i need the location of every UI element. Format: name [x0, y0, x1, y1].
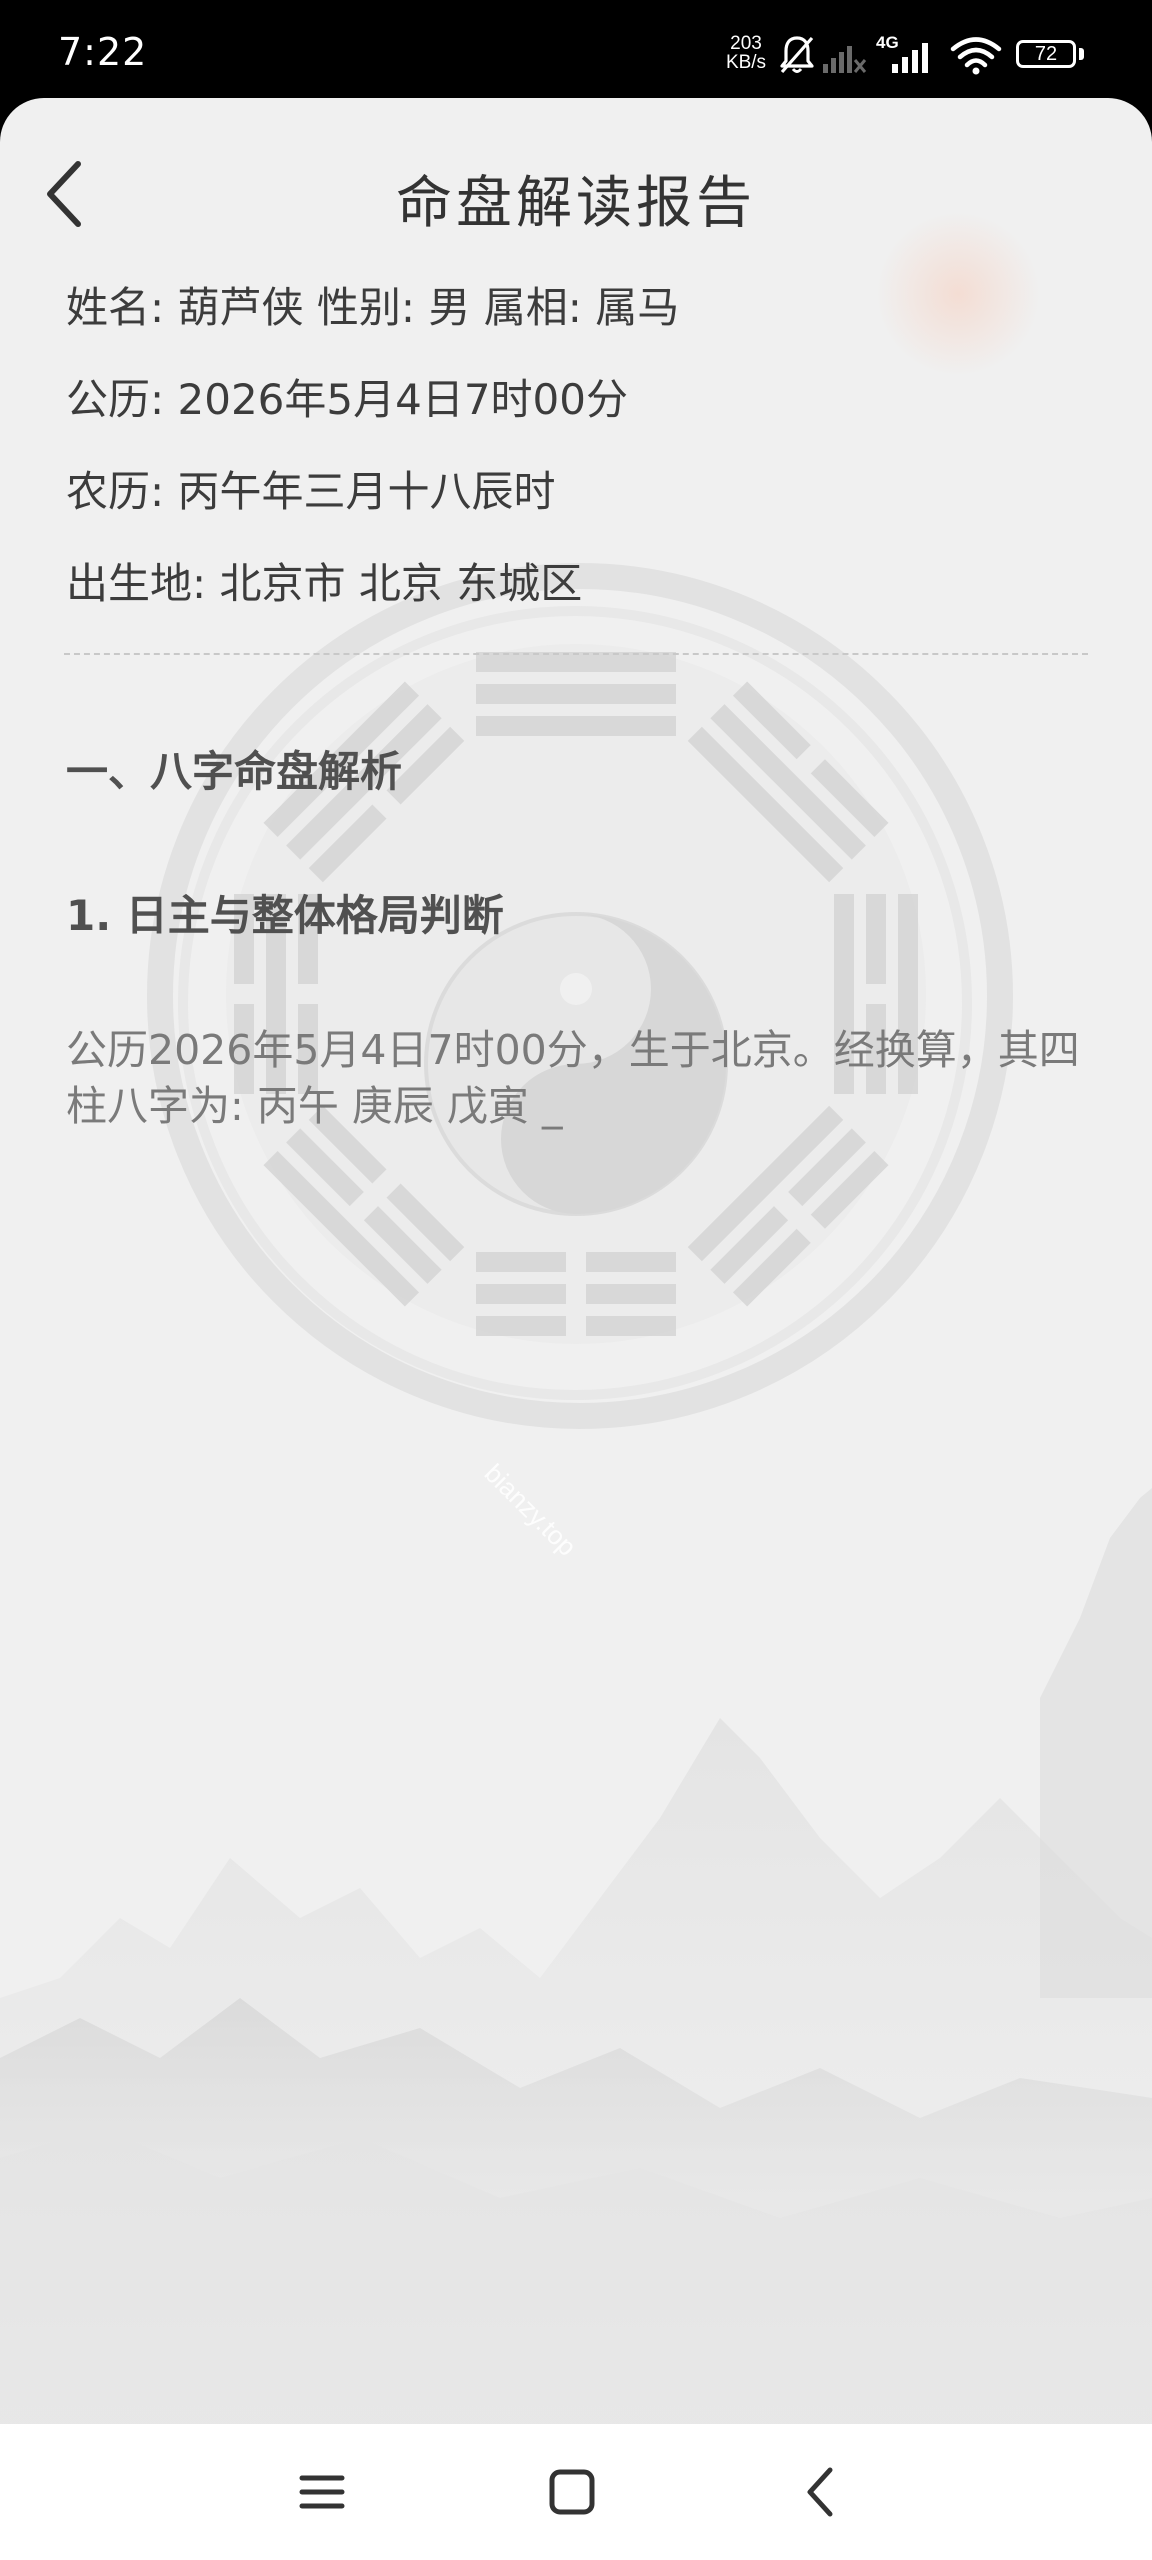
nav-back-button[interactable]	[782, 2452, 862, 2532]
section-heading: 一、八字命盘解析	[66, 747, 403, 796]
page-title: 命盘解读报告	[396, 171, 756, 236]
back-icon	[807, 2467, 833, 2517]
battery-tip	[1079, 48, 1084, 60]
signal-no-service-icon	[823, 46, 867, 73]
wifi-icon	[950, 37, 1002, 75]
status-bar: 7:22 203 KB/s 4G 72	[0, 0, 1152, 100]
battery-icon: 72	[1016, 40, 1076, 68]
home-icon	[549, 2469, 595, 2515]
battery-level: 72	[1034, 43, 1058, 65]
notifications-muted-icon	[780, 36, 814, 74]
network-speed-value: 203	[730, 33, 762, 54]
ink-background-illustration	[0, 212, 1152, 2424]
profile-name-line: 姓名: 葫芦侠 性别: 男 属相: 属马	[66, 283, 680, 332]
menu-icon	[299, 2475, 345, 2509]
phone-screen: 7:22 203 KB/s 4G 72 命盘解读报告 姓名: 葫芦侠 性别: 男…	[0, 0, 1152, 2560]
home-button[interactable]	[532, 2452, 612, 2532]
network-speed: 203 KB/s	[716, 34, 776, 72]
status-time: 7:22	[58, 30, 148, 74]
system-nav-bar	[0, 2424, 1152, 2560]
profile-lunar-date-line: 农历: 丙午年三月十八辰时	[66, 467, 556, 516]
network-speed-unit: KB/s	[725, 52, 767, 73]
signal-4g-icon	[878, 43, 928, 73]
profile-solar-date-line: 公历: 2026年5月4日7时00分	[66, 375, 628, 424]
profile-birthplace-line: 出生地: 北京市 北京 东城区	[66, 559, 583, 608]
menu-button[interactable]	[282, 2452, 362, 2532]
report-page: 命盘解读报告 姓名: 葫芦侠 性别: 男 属相: 属马 公历: 2026年5月4…	[0, 98, 1152, 2424]
sub-heading: 1. 日主与整体格局判断	[66, 891, 504, 940]
dashed-divider	[64, 653, 1088, 655]
report-body-text: 公历2026年5月4日7时00分，生于北京。经换算，其四柱八字为: 丙午 庚辰 …	[66, 1026, 1080, 1130]
